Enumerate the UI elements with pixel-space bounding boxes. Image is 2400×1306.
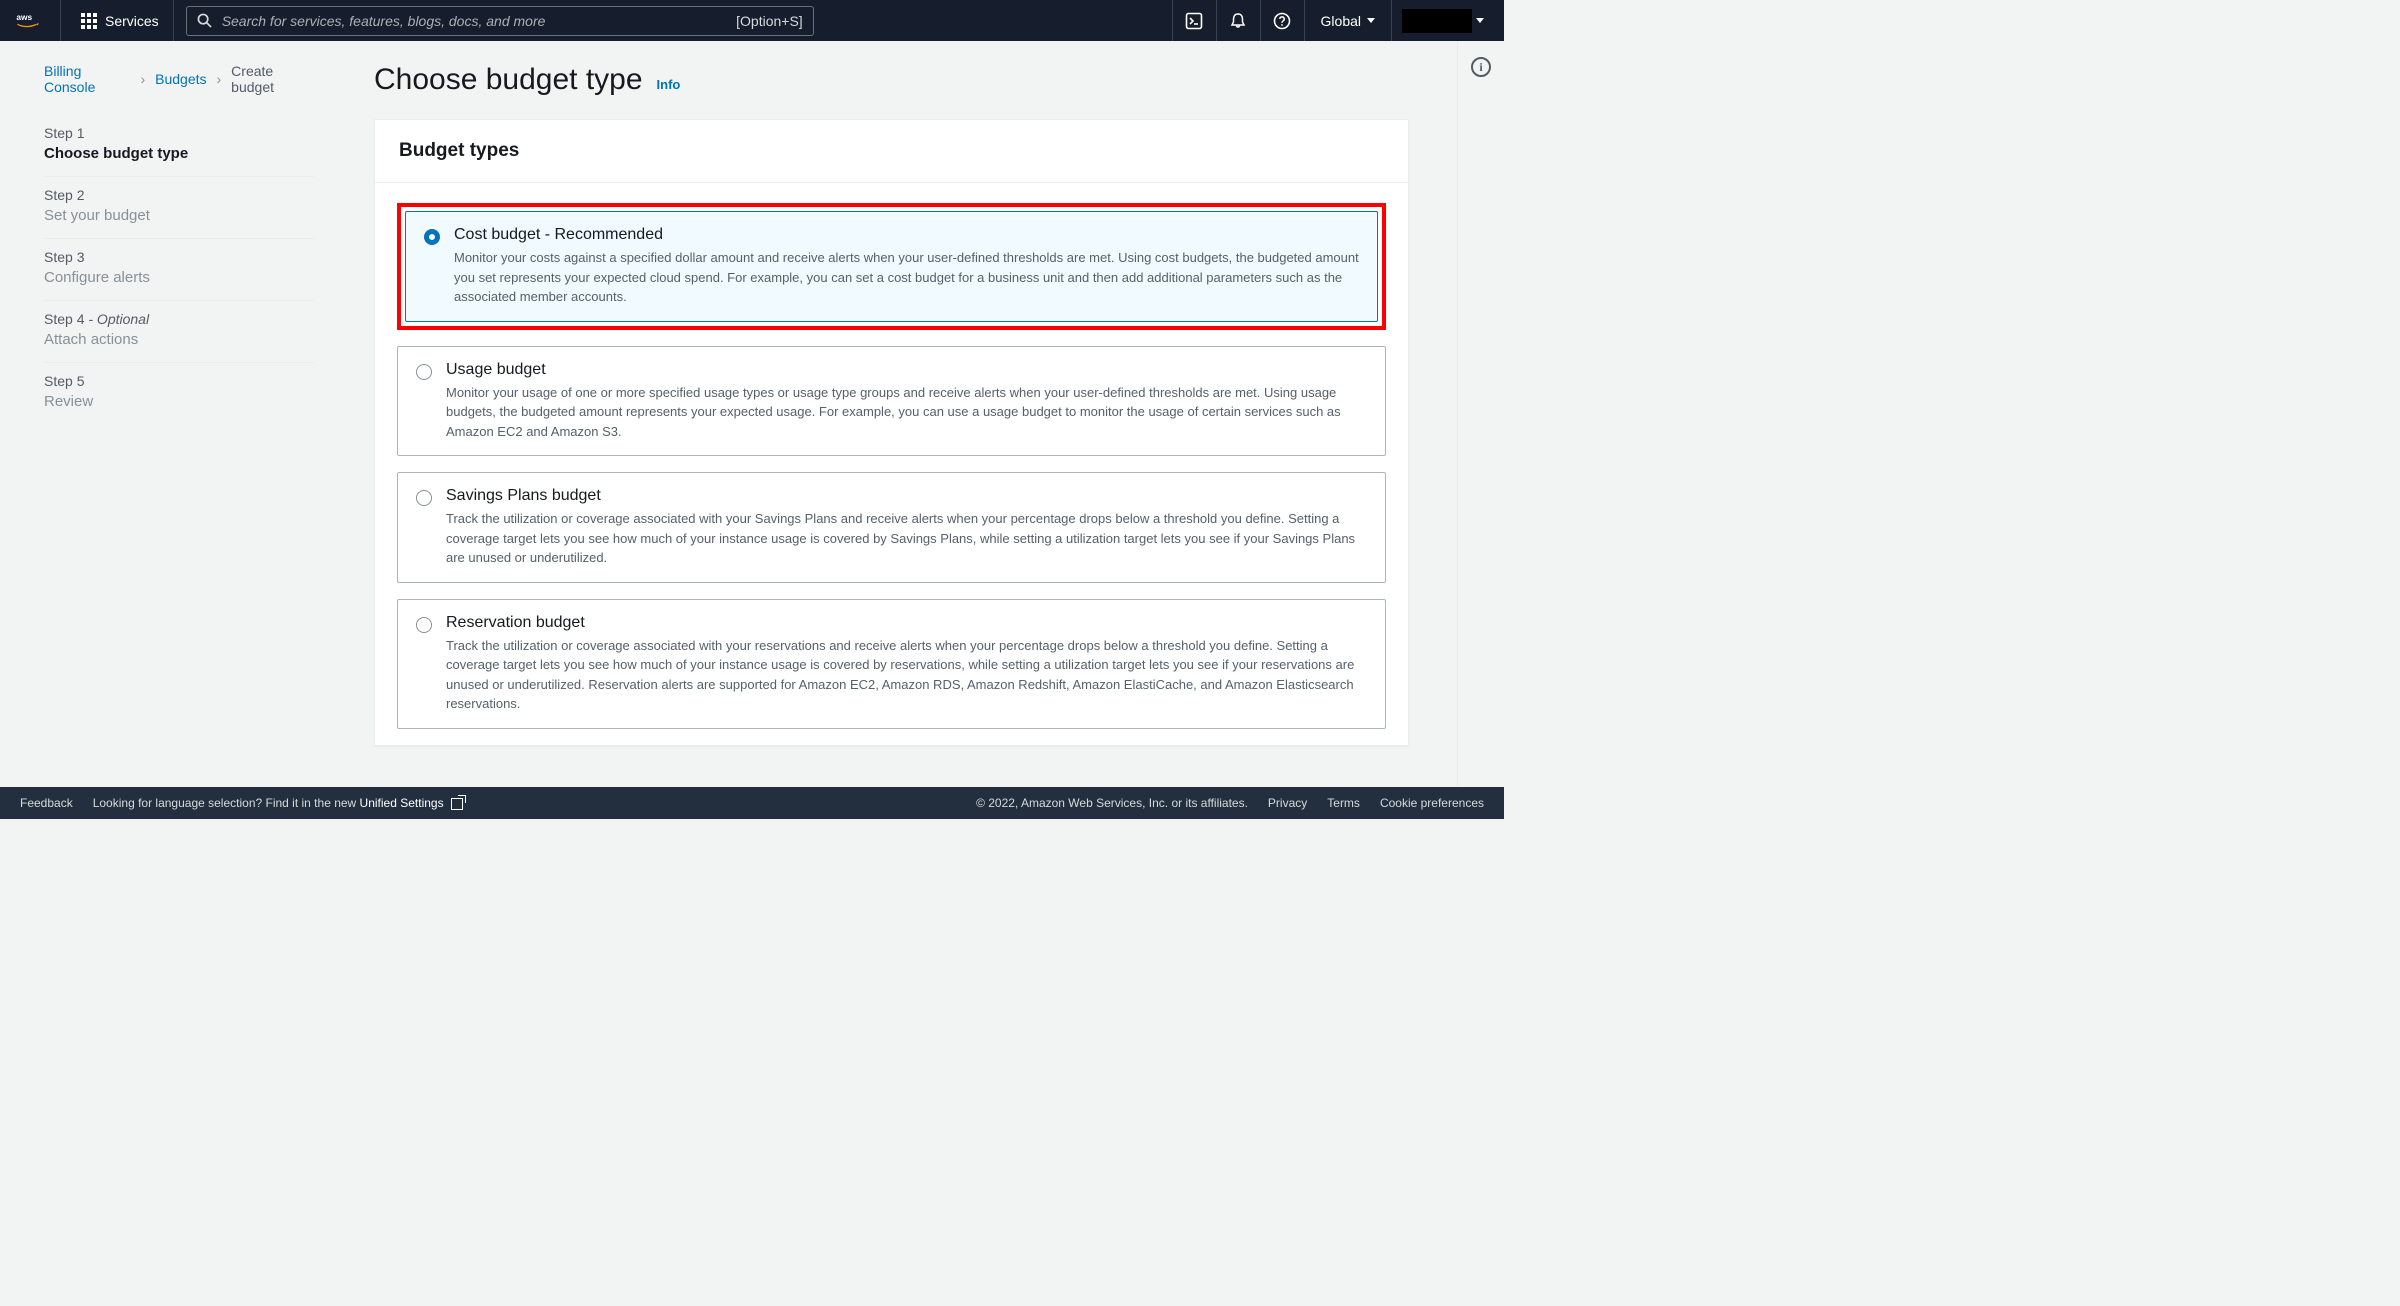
- left-column: Billing Console › Budgets › Create budge…: [0, 41, 334, 787]
- services-label: Services: [105, 13, 159, 29]
- info-link[interactable]: Info: [657, 77, 681, 92]
- search-input[interactable]: Search for services, features, blogs, do…: [186, 6, 814, 36]
- step-number: Step 5: [44, 373, 314, 389]
- budget-option-usage[interactable]: Usage budget Monitor your usage of one o…: [397, 346, 1386, 457]
- wizard-steps: Step 1 Choose budget type Step 2 Set you…: [44, 115, 314, 424]
- topnav-right: Global: [1172, 0, 1492, 41]
- aws-logo-icon: aws: [16, 11, 50, 31]
- option-title: Savings Plans budget: [446, 487, 1367, 505]
- region-label: Global: [1321, 13, 1361, 29]
- aws-logo[interactable]: aws: [12, 0, 61, 41]
- services-menu-button[interactable]: Services: [67, 0, 174, 41]
- wizard-step-2[interactable]: Step 2 Set your budget: [44, 177, 314, 239]
- step-number: Step 3: [44, 249, 314, 265]
- help-panel-toggle[interactable]: i: [1471, 57, 1491, 77]
- privacy-link[interactable]: Privacy: [1268, 796, 1307, 810]
- radio-icon: [424, 229, 440, 245]
- notifications-button[interactable]: [1216, 0, 1260, 41]
- bell-icon: [1229, 12, 1247, 30]
- svg-text:aws: aws: [16, 11, 32, 21]
- breadcrumb-current: Create budget: [231, 63, 314, 95]
- breadcrumb-budgets[interactable]: Budgets: [155, 71, 206, 87]
- wizard-step-5[interactable]: Step 5 Review: [44, 363, 314, 424]
- top-nav: aws Services Search for services, featur…: [0, 0, 1504, 41]
- wizard-step-3[interactable]: Step 3 Configure alerts: [44, 239, 314, 301]
- option-description: Track the utilization or coverage associ…: [446, 509, 1367, 568]
- step-number: Step 2: [44, 187, 314, 203]
- option-description: Monitor your costs against a specified d…: [454, 248, 1359, 307]
- step-title: Choose budget type: [44, 145, 314, 162]
- page-title: Choose budget type: [374, 63, 643, 97]
- help-button[interactable]: [1260, 0, 1304, 41]
- caret-down-icon: [1476, 18, 1484, 23]
- wizard-step-1[interactable]: Step 1 Choose budget type: [44, 115, 314, 177]
- footer-lang-hint: Looking for language selection? Find it …: [93, 796, 463, 810]
- panel-title: Budget types: [375, 120, 1408, 183]
- services-grid-icon: [81, 13, 97, 29]
- search-placeholder: Search for services, features, blogs, do…: [222, 13, 736, 29]
- chevron-right-icon: ›: [217, 71, 222, 87]
- budget-option-reservation[interactable]: Reservation budget Track the utilization…: [397, 599, 1386, 729]
- account-name-redacted: [1402, 9, 1472, 33]
- budget-option-savings-plans[interactable]: Savings Plans budget Track the utilizati…: [397, 472, 1386, 583]
- option-title: Reservation budget: [446, 614, 1367, 632]
- step-title: Configure alerts: [44, 269, 314, 286]
- option-description: Track the utilization or coverage associ…: [446, 636, 1367, 714]
- option-description: Monitor your usage of one or more specif…: [446, 383, 1367, 442]
- page-heading: Choose budget type Info: [334, 63, 1429, 97]
- highlighted-selection: Cost budget - Recommended Monitor your c…: [397, 203, 1386, 330]
- right-rail: i: [1457, 41, 1504, 787]
- search-shortcut: [Option+S]: [736, 13, 803, 29]
- unified-settings-link[interactable]: Unified Settings: [360, 796, 463, 810]
- cloudshell-icon: [1185, 12, 1203, 30]
- step-number: Step 4 - Optional: [44, 311, 314, 327]
- breadcrumb: Billing Console › Budgets › Create budge…: [44, 63, 314, 95]
- radio-icon: [416, 490, 432, 506]
- main-content: Choose budget type Info Budget types Cos…: [334, 41, 1457, 787]
- option-title: Cost budget - Recommended: [454, 226, 1359, 244]
- account-menu[interactable]: [1391, 0, 1492, 41]
- panel-body: Cost budget - Recommended Monitor your c…: [375, 183, 1408, 729]
- step-title: Attach actions: [44, 331, 314, 348]
- external-link-icon: [451, 798, 463, 810]
- cloudshell-button[interactable]: [1172, 0, 1216, 41]
- radio-icon: [416, 364, 432, 380]
- region-selector[interactable]: Global: [1304, 0, 1391, 41]
- feedback-link[interactable]: Feedback: [20, 796, 73, 810]
- breadcrumb-billing-console[interactable]: Billing Console: [44, 63, 130, 95]
- budget-option-cost[interactable]: Cost budget - Recommended Monitor your c…: [405, 211, 1378, 322]
- option-title: Usage budget: [446, 361, 1367, 379]
- budget-types-panel: Budget types Cost budget - Recommended M…: [374, 119, 1409, 746]
- chevron-right-icon: ›: [140, 71, 145, 87]
- wizard-step-4[interactable]: Step 4 - Optional Attach actions: [44, 301, 314, 363]
- footer: Feedback Looking for language selection?…: [0, 787, 1504, 819]
- caret-down-icon: [1367, 18, 1375, 23]
- search-icon: [197, 13, 212, 28]
- help-icon: [1273, 12, 1291, 30]
- footer-copyright: © 2022, Amazon Web Services, Inc. or its…: [976, 796, 1248, 810]
- step-title: Review: [44, 393, 314, 410]
- cookie-prefs-link[interactable]: Cookie preferences: [1380, 796, 1484, 810]
- radio-icon: [416, 617, 432, 633]
- step-title: Set your budget: [44, 207, 314, 224]
- terms-link[interactable]: Terms: [1327, 796, 1360, 810]
- step-number: Step 1: [44, 125, 314, 141]
